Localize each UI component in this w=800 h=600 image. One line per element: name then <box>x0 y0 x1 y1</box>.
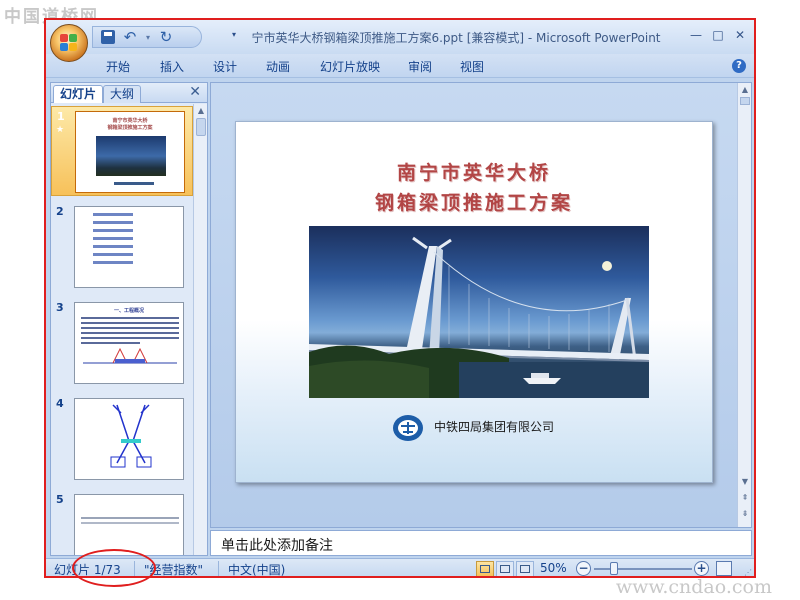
close-button[interactable]: ✕ <box>730 26 750 44</box>
language-indicator[interactable]: 中文(中国) <box>228 561 285 576</box>
minimize-button[interactable]: — <box>686 26 706 44</box>
maximize-button[interactable]: □ <box>708 26 728 44</box>
redo-button[interactable]: ↻ <box>157 28 175 46</box>
bridge-photo <box>309 226 649 398</box>
slide-thumbnail-4[interactable]: 4 <box>51 394 193 484</box>
office-logo-icon <box>60 34 78 52</box>
status-bar: 幻灯片 1/73 "经营指数" 中文(中国) 50% − + ⋰ <box>46 558 754 577</box>
undo-button[interactable]: ↶ <box>121 28 139 46</box>
zoom-slider[interactable] <box>594 568 692 570</box>
watermark-bottom-right: www.cndao.com <box>615 576 772 598</box>
thumb-preview <box>74 398 184 480</box>
editor-scrollbar[interactable]: ▲ ▼ ⇞ ⇟ <box>737 83 751 527</box>
slide-sorter-icon <box>500 565 510 573</box>
zoom-slider-handle[interactable] <box>610 562 618 575</box>
slide-editor: 南宁市英华大桥 钢箱梁顶推施工方案 中铁四局集团有限公司 ▲ ▼ ⇞ ⇟ <box>210 82 752 528</box>
thumb-title-line1: 南宁市英华大桥 <box>112 118 148 124</box>
save-icon <box>101 30 115 44</box>
thumb-text-lines <box>81 317 179 347</box>
powerpoint-window: ↶ ▾ ↻ ▾ 宁市英华大桥钢箱梁顶推施工方案6.ppt [兼容模式] - Mi… <box>44 18 756 578</box>
thumb-bridge-photo <box>96 136 166 176</box>
slide-title-line2: 钢箱梁顶推施工方案 <box>374 192 573 214</box>
ribbon-tabs: 开始 插入 设计 动画 幻灯片放映 审阅 视图 ? <box>46 54 754 78</box>
slideshow-view-button[interactable] <box>516 561 534 576</box>
tab-slideshow[interactable]: 幻灯片放映 <box>320 58 380 75</box>
notes-pane[interactable]: 单击此处添加备注 <box>210 530 752 556</box>
thumb-number: 1 <box>57 110 65 123</box>
scroll-thumb[interactable] <box>740 97 750 105</box>
thumb-pylon-drawing <box>110 404 152 468</box>
slideshow-icon <box>520 565 530 573</box>
slides-panel-scrollbar[interactable]: ▲ <box>193 104 207 555</box>
previous-slide-icon[interactable]: ⇞ <box>740 493 750 503</box>
normal-view-button[interactable] <box>476 561 494 576</box>
notes-placeholder: 单击此处添加备注 <box>221 538 333 554</box>
thumb-title-line2: 钢箱梁顶推施工方案 <box>107 125 153 131</box>
fit-to-window-button[interactable] <box>716 561 732 576</box>
thumb-preview: 南宁市英华大桥 钢箱梁顶推施工方案 <box>75 111 185 193</box>
undo-dropdown-button[interactable]: ▾ <box>143 28 153 46</box>
theme-name: "经营指数" <box>144 563 204 577</box>
zoom-in-button[interactable]: + <box>694 561 709 576</box>
save-button[interactable] <box>99 28 117 46</box>
tab-home[interactable]: 开始 <box>106 58 130 75</box>
company-name: 中铁四局集团有限公司 <box>434 420 555 434</box>
panel-close-icon[interactable]: ✕ <box>189 84 201 100</box>
normal-view-icon <box>480 565 490 573</box>
scroll-thumb[interactable] <box>196 118 206 136</box>
tab-animation[interactable]: 动画 <box>266 58 290 75</box>
help-icon[interactable]: ? <box>732 59 746 73</box>
slide-indicator: 幻灯片 1/73 <box>54 563 121 577</box>
window-title: 宁市英华大桥钢箱梁顶推施工方案6.ppt [兼容模式] - Microsoft … <box>251 31 661 45</box>
tab-insert[interactable]: 插入 <box>160 58 184 75</box>
panel-tab-bar: 幻灯片 大纲 ✕ <box>51 83 207 103</box>
thumb-drawing-lines <box>81 517 179 527</box>
thumb-list-lines <box>93 213 173 269</box>
scroll-down-icon[interactable]: ▼ <box>740 477 750 487</box>
thumb-preview <box>74 494 184 555</box>
slides-panel: 幻灯片 大纲 ✕ 1 ★ 南宁市英华大桥 钢箱梁顶推施工方案 2 3 一、工程概… <box>50 82 208 556</box>
scroll-up-icon[interactable]: ▲ <box>196 106 206 116</box>
tab-design[interactable]: 设计 <box>213 58 237 75</box>
next-slide-icon[interactable]: ⇟ <box>740 509 750 519</box>
slide-thumbnail-2[interactable]: 2 <box>51 202 193 292</box>
thumb-number: 2 <box>56 205 64 218</box>
tab-slides[interactable]: 幻灯片 <box>53 85 104 103</box>
thumb-bridge-drawing <box>83 347 177 364</box>
quick-access-toolbar: ↶ ▾ ↻ <box>92 26 202 48</box>
tab-outline[interactable]: 大纲 <box>103 85 142 103</box>
tab-view[interactable]: 视图 <box>460 58 484 75</box>
thumb-number: 3 <box>56 301 64 314</box>
current-slide[interactable]: 南宁市英华大桥 钢箱梁顶推施工方案 中铁四局集团有限公司 <box>235 121 713 483</box>
thumbnail-list: 1 ★ 南宁市英华大桥 钢箱梁顶推施工方案 2 3 一、工程概况 4 5 <box>51 104 193 555</box>
office-button[interactable] <box>50 24 88 62</box>
title-bar: ↶ ▾ ↻ ▾ 宁市英华大桥钢箱梁顶推施工方案6.ppt [兼容模式] - Mi… <box>46 20 754 62</box>
animation-star-icon: ★ <box>56 125 65 135</box>
slide-thumbnail-1[interactable]: 1 ★ 南宁市英华大桥 钢箱梁顶推施工方案 <box>51 106 193 196</box>
thumb-number: 4 <box>56 397 64 410</box>
slide-sorter-button[interactable] <box>496 561 514 576</box>
thumb-company-line <box>114 182 154 185</box>
slide-thumbnail-3[interactable]: 3 一、工程概况 <box>51 298 193 388</box>
thumb-preview <box>74 206 184 288</box>
company-logo-icon <box>393 415 423 441</box>
zoom-level[interactable]: 50% <box>540 561 567 575</box>
thumb-heading: 一、工程概况 <box>113 308 144 314</box>
tab-review[interactable]: 审阅 <box>408 58 432 75</box>
thumb-number: 5 <box>56 493 64 506</box>
zoom-out-button[interactable]: − <box>576 561 591 576</box>
slide-title-line1: 南宁市英华大桥 <box>396 162 551 184</box>
thumb-preview: 一、工程概况 <box>74 302 184 384</box>
slide-thumbnail-5[interactable]: 5 <box>51 490 193 555</box>
scroll-up-icon[interactable]: ▲ <box>740 85 750 95</box>
